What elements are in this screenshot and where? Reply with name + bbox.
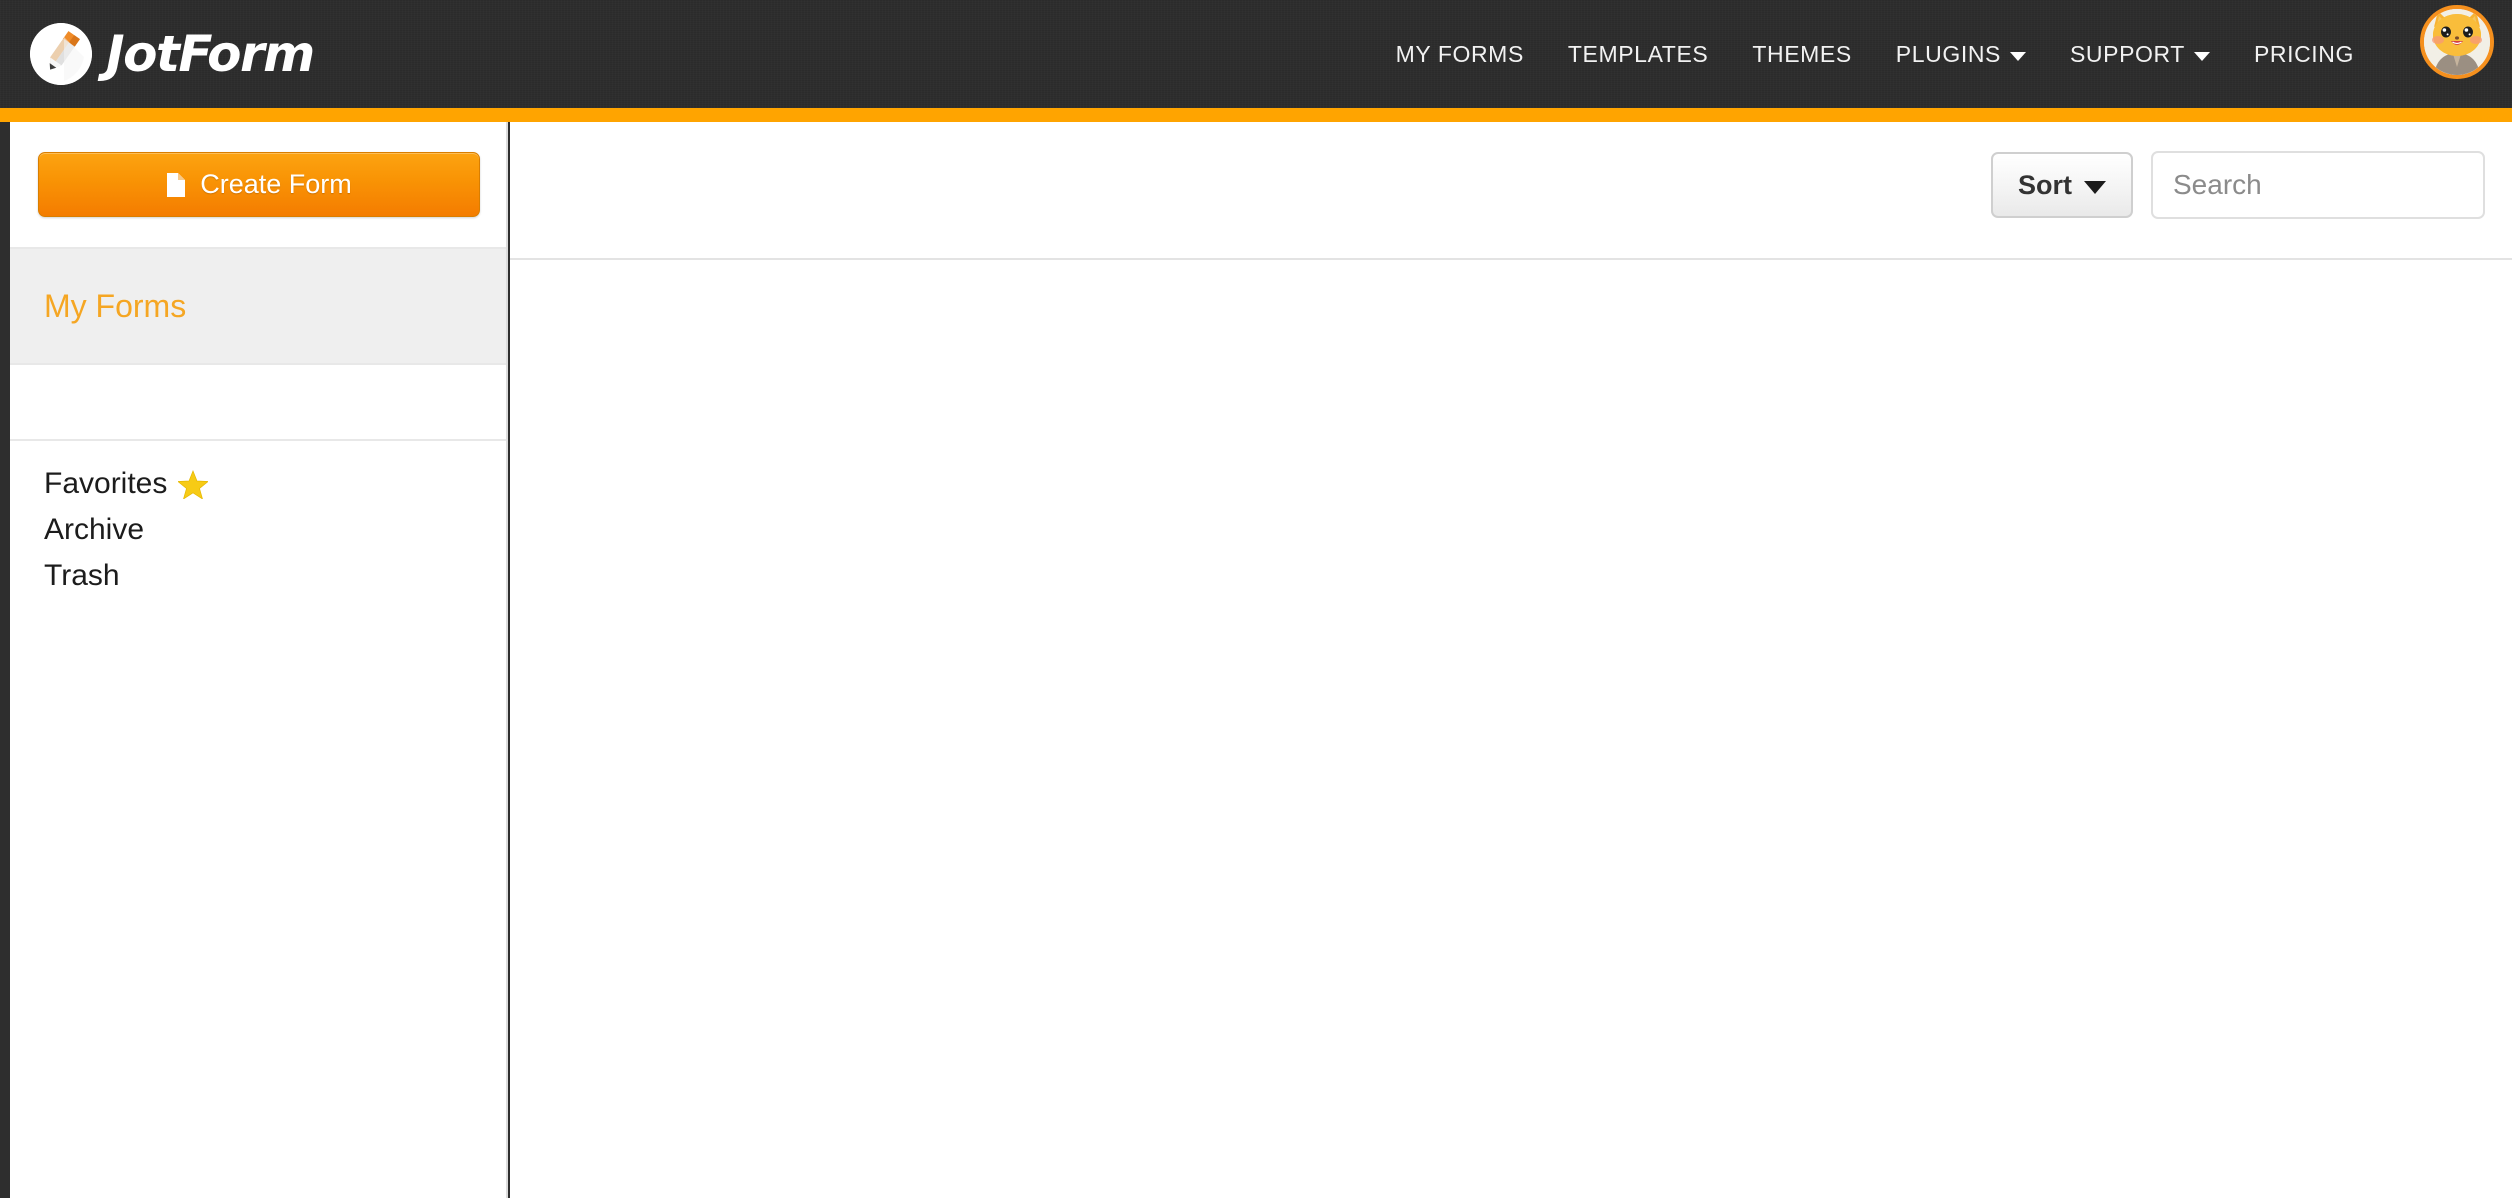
create-form-area: Create Form (10, 122, 506, 247)
sidebar-item-my-forms[interactable]: My Forms (10, 247, 506, 365)
sidebar-empty-row (10, 365, 506, 441)
create-form-label: Create Form (200, 169, 352, 199)
sort-button[interactable]: Sort (1991, 152, 2133, 218)
brand-name: JotForm (106, 25, 315, 83)
forms-list-area (510, 260, 2512, 1196)
main-navigation: MY FORMS TEMPLATES THEMES PLUGINS SUPPOR… (1374, 0, 2376, 108)
search-input[interactable] (2151, 151, 2485, 219)
nav-label: PRICING (2253, 40, 2354, 67)
star-icon (178, 469, 209, 499)
nav-item-support[interactable]: SUPPORT (2048, 41, 2232, 68)
nav-item-templates[interactable]: TEMPLATES (1546, 41, 1730, 68)
sidebar-item-archive[interactable]: Archive (44, 507, 506, 553)
sidebar-item-trash[interactable]: Trash (44, 553, 506, 599)
nav-item-my-forms[interactable]: MY FORMS (1374, 41, 1546, 68)
sidebar-item-label: My Forms (44, 287, 187, 324)
top-header-bar: JotForm MY FORMS TEMPLATES THEMES PLUGIN… (0, 0, 2512, 108)
document-icon (166, 172, 186, 198)
toolbar-controls: Sort (1991, 151, 2485, 219)
main-content: Sort (510, 122, 2512, 1198)
nav-item-themes[interactable]: THEMES (1730, 41, 1873, 68)
chevron-down-icon (2009, 51, 2026, 61)
sidebar-link-label: Favorites (44, 467, 168, 500)
cat-avatar-icon (2424, 9, 2490, 75)
nav-item-pricing[interactable]: PRICING (2232, 41, 2376, 68)
sidebar-sections: My Forms (10, 247, 506, 441)
chevron-down-icon (2193, 51, 2210, 61)
nav-label: THEMES (1752, 40, 1852, 67)
sidebar-link-label: Archive (44, 513, 145, 546)
sidebar-links: Favorites Archive Trash (10, 441, 506, 599)
sidebar: Create Form My Forms Favorites Archive T… (10, 122, 508, 1198)
sidebar-item-favorites[interactable]: Favorites (44, 461, 506, 507)
jotform-my-forms-page: JotForm MY FORMS TEMPLATES THEMES PLUGIN… (0, 0, 2512, 1198)
sidebar-link-label: Trash (44, 559, 120, 592)
create-form-button[interactable]: Create Form (38, 152, 480, 217)
accent-stripe (0, 108, 2512, 122)
nav-label: SUPPORT (2069, 40, 2185, 67)
nav-label: PLUGINS (1895, 40, 2001, 67)
page-left-edge (0, 122, 10, 1198)
nav-label: MY FORMS (1395, 40, 1524, 67)
pencil-circle-icon (30, 23, 92, 85)
sort-label: Sort (2018, 169, 2072, 200)
content-toolbar: Sort (510, 122, 2512, 260)
brand-logo[interactable]: JotForm (30, 6, 315, 102)
nav-item-plugins[interactable]: PLUGINS (1874, 41, 2048, 68)
chevron-down-icon (2084, 180, 2106, 194)
nav-label: TEMPLATES (1567, 40, 1709, 67)
avatar[interactable] (2420, 5, 2494, 79)
